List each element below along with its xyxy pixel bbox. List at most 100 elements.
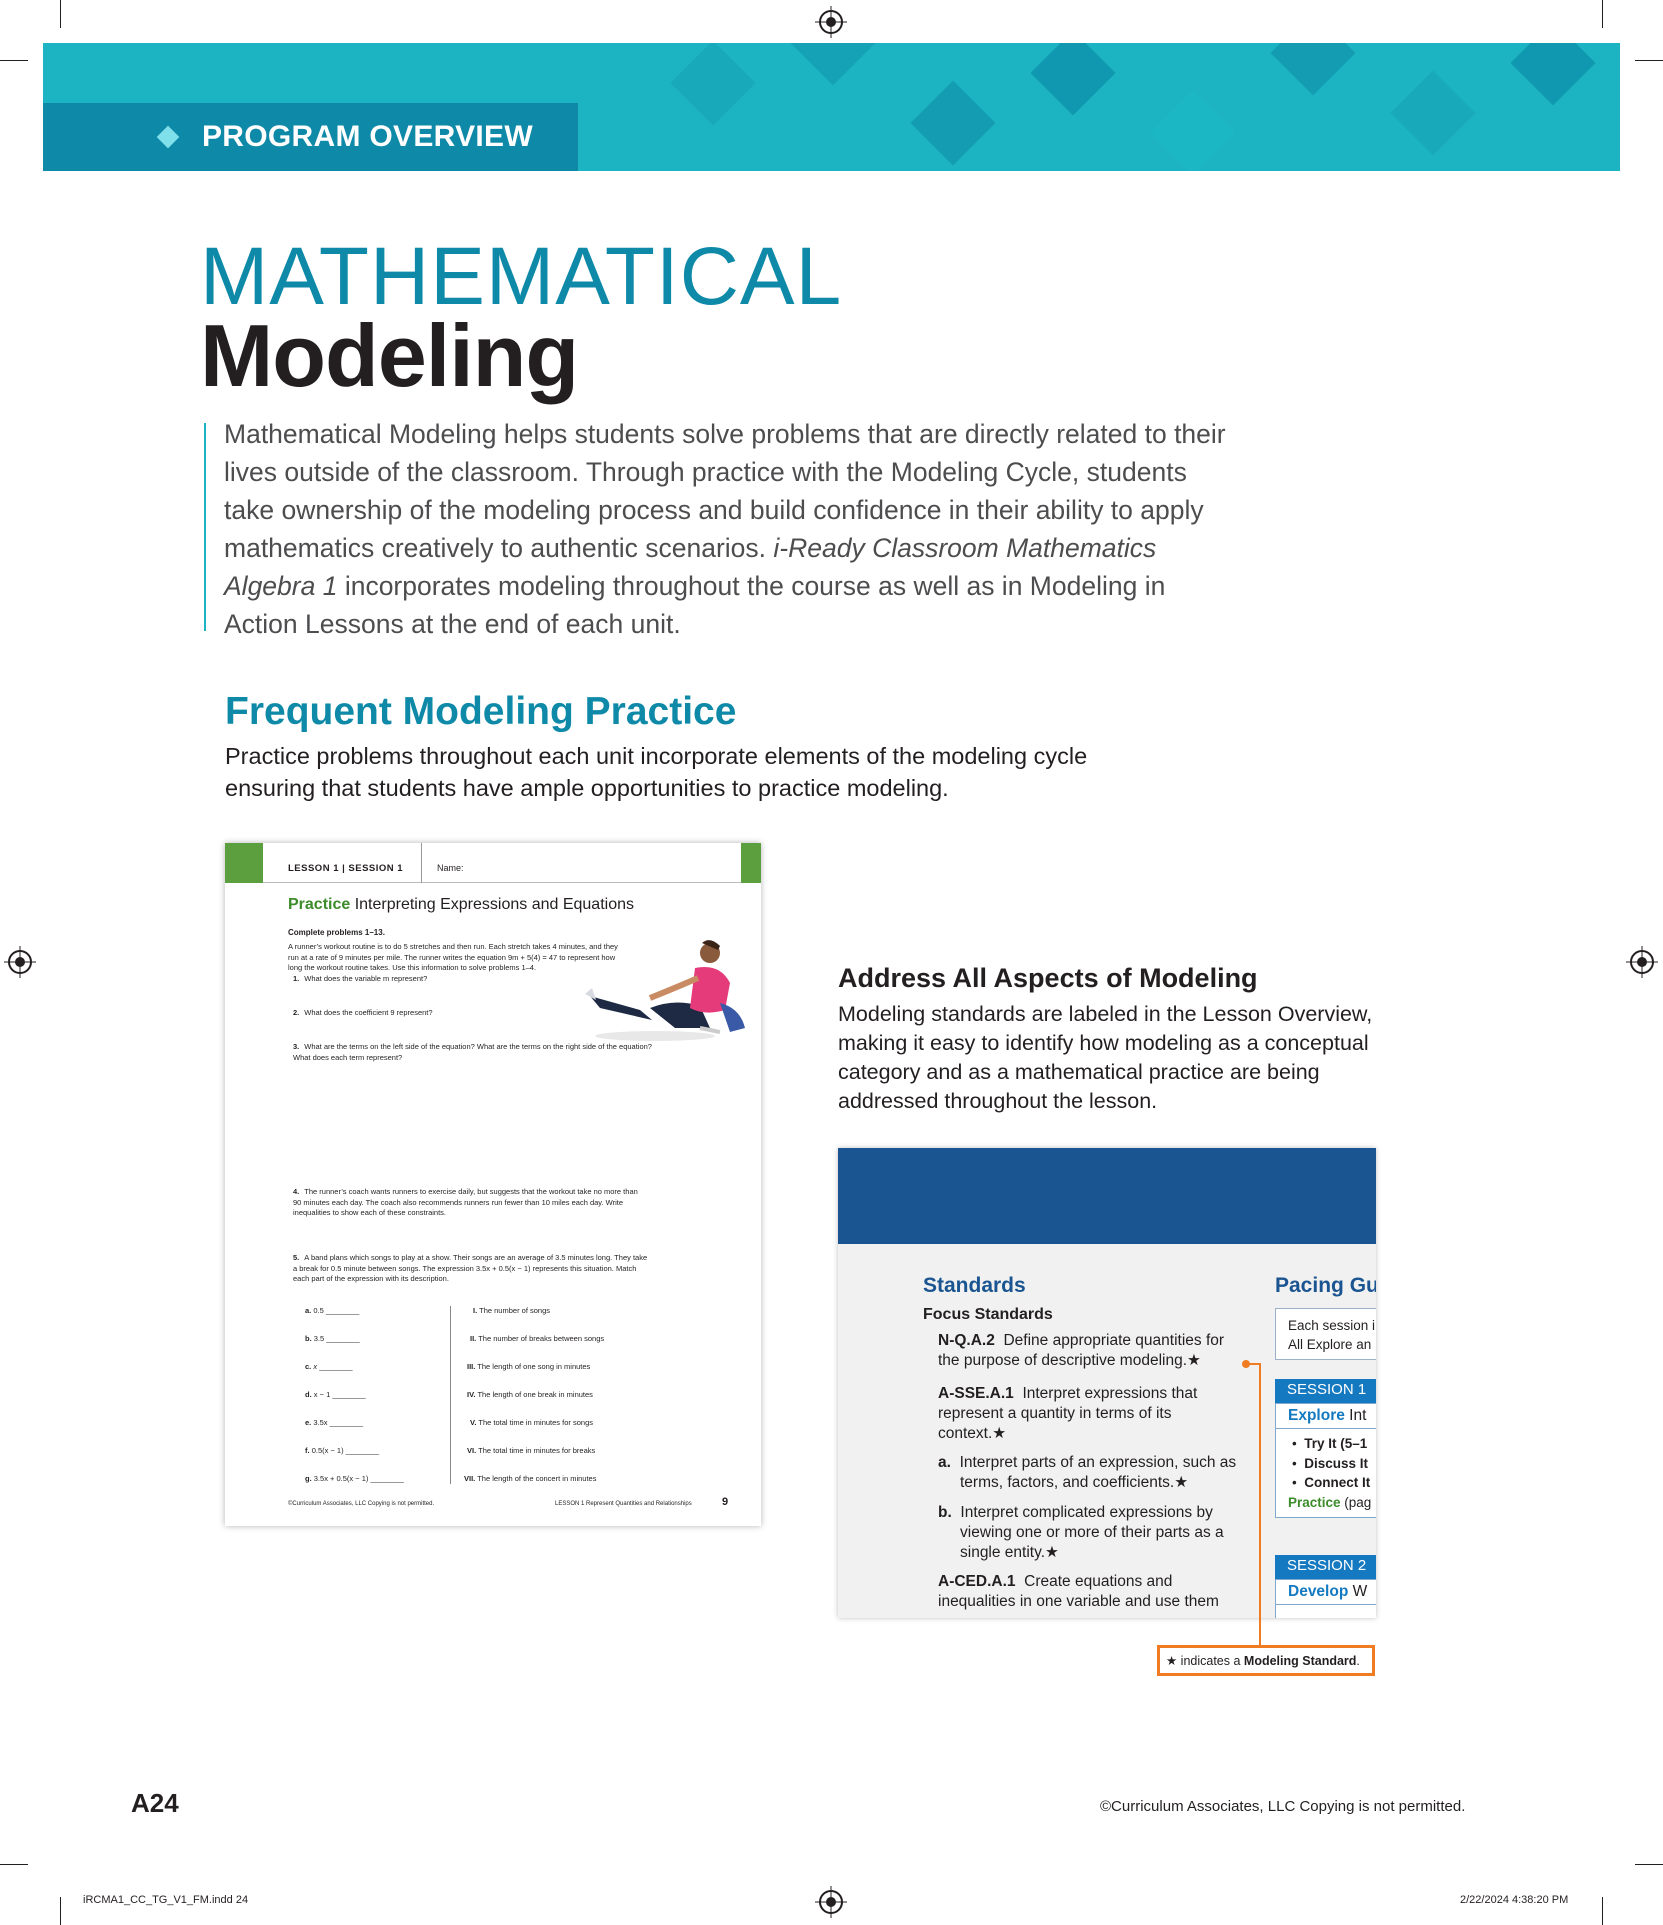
match-letter: b. bbox=[305, 1334, 312, 1343]
pacing-note: Each session i All Explore an bbox=[1275, 1308, 1376, 1360]
crop-mark bbox=[1635, 60, 1663, 61]
decorative-diamond bbox=[910, 80, 996, 166]
question-text: What does the variable m represent? bbox=[304, 974, 428, 983]
session-practice: Practice (pag bbox=[1276, 1493, 1376, 1517]
standard-item: N-Q.A.2 Define appropriate quantities fo… bbox=[938, 1331, 1228, 1371]
decorative-diamond bbox=[1510, 43, 1596, 106]
decorative-diamond bbox=[1270, 43, 1356, 96]
session-1-label: SESSION 1 bbox=[1275, 1379, 1376, 1403]
registration-mark-icon bbox=[8, 950, 32, 974]
practice-detail: (pag bbox=[1340, 1494, 1372, 1510]
session-title: Int bbox=[1344, 1407, 1367, 1424]
print-slug-file: iRCMA1_CC_TG_V1_FM.indd 24 bbox=[83, 1894, 249, 1906]
question-text: A band plans which songs to play at a sh… bbox=[293, 1253, 648, 1283]
crop-mark bbox=[1602, 0, 1603, 28]
crop-mark bbox=[0, 1864, 28, 1865]
question-text: What are the terms on the left side of t… bbox=[293, 1042, 652, 1062]
worksheet-page-number: 9 bbox=[722, 1496, 729, 1508]
question-number: 2. bbox=[293, 1008, 300, 1017]
leader-line bbox=[1259, 1364, 1261, 1656]
divider bbox=[421, 843, 422, 883]
match-letter: g. bbox=[305, 1474, 312, 1483]
session-type: Explore bbox=[1288, 1407, 1345, 1424]
callout-body: Modeling standards are labeled in the Le… bbox=[838, 1002, 1373, 1113]
callout-heading: Address All Aspects of Modeling bbox=[838, 963, 1258, 993]
session-list-text: Try It (5–1 bbox=[1304, 1436, 1368, 1451]
decorative-diamond bbox=[1030, 43, 1116, 116]
match-letter: d. bbox=[305, 1390, 312, 1399]
standard-code: b. bbox=[938, 1504, 952, 1521]
session-2-label: SESSION 2 bbox=[1275, 1555, 1376, 1579]
match-expression: 0.5(x − 1) bbox=[311, 1446, 344, 1455]
match-item: a. 0.5 ________ bbox=[305, 1306, 360, 1315]
match-numeral: VII. bbox=[464, 1474, 476, 1483]
question-text: What does the coefficient 9 represent? bbox=[304, 1008, 433, 1017]
registration-mark-icon bbox=[819, 10, 843, 34]
match-numeral: I. bbox=[473, 1306, 478, 1315]
match-expression: 0.5 bbox=[313, 1306, 324, 1315]
print-slug-date: 2/22/2024 4:38:20 PM bbox=[1460, 1894, 1569, 1906]
instructions: Complete problems 1–13. bbox=[288, 928, 385, 937]
match-text: The number of breaks between songs bbox=[478, 1334, 605, 1343]
crop-mark bbox=[1635, 1864, 1663, 1865]
worksheet-footer-right: LESSON 1 Represent Quantities and Relati… bbox=[555, 1501, 692, 1507]
focus-standards-heading: Focus Standards bbox=[923, 1306, 1053, 1323]
session-list-text: Discuss It bbox=[1304, 1455, 1369, 1471]
crop-mark bbox=[60, 1897, 61, 1925]
pacing-note-line: All Explore an bbox=[1288, 1337, 1372, 1352]
standard-code: N-Q.A.2 bbox=[938, 1332, 995, 1349]
key-text: . bbox=[1356, 1654, 1360, 1668]
match-text: The length of the concert in minutes bbox=[477, 1474, 597, 1483]
match-description: II. The number of breaks between songs bbox=[470, 1334, 604, 1343]
match-letter: f. bbox=[305, 1446, 310, 1455]
overview-header-bar bbox=[838, 1148, 1376, 1244]
standard-item: A-CED.A.1 Create equations and inequalit… bbox=[938, 1572, 1238, 1612]
section-label: PROGRAM OVERVIEW bbox=[202, 120, 533, 153]
decorative-diamond bbox=[670, 43, 756, 126]
match-expression: 3.5 bbox=[313, 1334, 325, 1343]
page-title-line2: Modeling bbox=[200, 306, 579, 405]
section-body: Practice problems throughout each unit i… bbox=[225, 743, 1088, 801]
question: 2. What does the coefficient 9 represent? bbox=[293, 1008, 673, 1019]
match-numeral: VI. bbox=[467, 1446, 477, 1455]
session-list-item: • Discuss It bbox=[1292, 1455, 1369, 1471]
session-list-item: • Connect It bbox=[1292, 1475, 1371, 1490]
standard-code: A-SSE.A.1 bbox=[938, 1385, 1014, 1402]
match-numeral: IV. bbox=[467, 1390, 476, 1399]
registration-mark-icon bbox=[1630, 950, 1654, 974]
question-text: The runner’s coach wants runners to exer… bbox=[293, 1187, 638, 1217]
practice-label: Practice bbox=[1288, 1494, 1341, 1510]
standard-text: Interpret parts of an expression, such a… bbox=[959, 1454, 1237, 1491]
standard-item: b. Interpret complicated expressions by … bbox=[938, 1503, 1238, 1563]
match-letter: c. bbox=[305, 1362, 312, 1371]
copyright-notice: ©Curriculum Associates, LLC Copying is n… bbox=[1100, 1798, 1466, 1815]
intro-paragraph: Mathematical Modeling helps students sol… bbox=[224, 415, 1234, 643]
crop-mark bbox=[0, 60, 28, 61]
decorative-diamond bbox=[1390, 70, 1476, 156]
match-text: The total time in minutes for songs bbox=[478, 1418, 593, 1427]
match-expression: 3.5x + 0.5(x − 1) bbox=[313, 1474, 369, 1483]
standards-heading: Standards bbox=[923, 1274, 1026, 1297]
question-number: 3. bbox=[293, 1042, 300, 1051]
diamond-bullet-icon bbox=[156, 125, 180, 149]
standard-item: a. Interpret parts of an expression, suc… bbox=[938, 1453, 1238, 1493]
standard-code: A-CED.A.1 bbox=[938, 1573, 1016, 1590]
modeling-standard-key: ★ indicates a Modeling Standard. bbox=[1157, 1645, 1375, 1676]
match-divider bbox=[450, 1306, 451, 1484]
runner-photo bbox=[585, 940, 745, 1041]
header-accent bbox=[741, 843, 761, 883]
match-expression: x bbox=[313, 1362, 318, 1371]
session-list-text: Connect It bbox=[1304, 1475, 1371, 1490]
question: 1. What does the variable m represent? bbox=[293, 974, 673, 985]
match-text: The length of one break in minutes bbox=[477, 1390, 593, 1399]
worksheet-header: LESSON 1 | SESSION 1 Name: bbox=[225, 843, 761, 883]
decorative-diamond bbox=[1150, 90, 1236, 171]
match-description: III. The length of one song in minutes bbox=[467, 1362, 590, 1371]
match-text: The total time in minutes for breaks bbox=[478, 1446, 596, 1455]
standard-code: a. bbox=[938, 1454, 951, 1471]
standard-item: A-SSE.A.1 Interpret expressions that rep… bbox=[938, 1384, 1208, 1444]
intro-rule bbox=[204, 423, 206, 631]
scenario-text: A runner’s workout routine is to do 5 st… bbox=[288, 942, 618, 972]
session-title: W bbox=[1348, 1583, 1368, 1600]
key-bold-text: Modeling Standard bbox=[1243, 1654, 1357, 1668]
